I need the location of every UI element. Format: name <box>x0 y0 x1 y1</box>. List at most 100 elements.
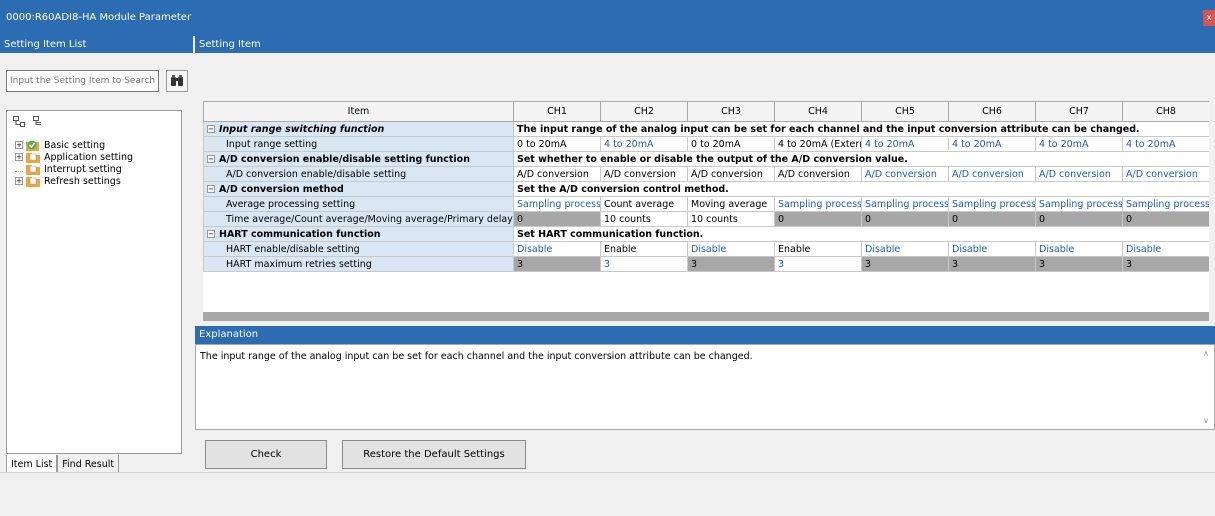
value-cell-ch2[interactable]: 10 counts <box>600 211 688 227</box>
column-header-item: Item <box>203 101 514 122</box>
value-cell-ch7[interactable]: 4 to 20mA <box>1035 136 1123 152</box>
value-cell-ch2[interactable]: A/D conversion <box>600 166 688 182</box>
category-description: Set the A/D conversion control method. <box>513 181 1209 197</box>
collapse-icon[interactable]: − <box>207 155 215 163</box>
setting-item-list-panel: Setting Item List + <box>0 36 193 474</box>
value-cell-ch4: 0 <box>774 211 862 227</box>
column-header-ch6: CH6 <box>948 101 1036 122</box>
value-cell-ch1[interactable]: Disable <box>513 241 601 257</box>
value-cell-ch7[interactable]: A/D conversion <box>1035 166 1123 182</box>
expand-icon[interactable]: + <box>15 177 23 185</box>
parameter-grid: Item CH1 CH2 CH3 CH4 CH5 CH6 CH7 CH8 − In… <box>203 101 1209 321</box>
explanation-header: Explanation <box>195 326 1215 344</box>
value-cell-ch3[interactable]: Disable <box>687 241 775 257</box>
scroll-down-icon[interactable]: ∨ <box>1203 416 1209 425</box>
value-cell-ch7: 3 <box>1035 256 1123 272</box>
collapse-icon[interactable]: − <box>207 125 215 133</box>
tree-item-application-setting[interactable]: + Application setting <box>15 151 133 163</box>
collapse-icon[interactable]: − <box>207 185 215 193</box>
search-input[interactable] <box>6 70 159 92</box>
value-cell-ch8: 3 <box>1122 256 1209 272</box>
value-cell-ch4[interactable]: Enable <box>774 241 862 257</box>
value-cell-ch3[interactable]: 0 to 20mA <box>687 136 775 152</box>
value-cell-ch6[interactable]: Sampling processing <box>948 196 1036 212</box>
expand-all-icon[interactable] <box>13 116 25 127</box>
expand-icon[interactable]: + <box>15 141 23 149</box>
value-cell-ch8[interactable]: 4 to 20mA <box>1122 136 1209 152</box>
category-description: Set HART communication function. <box>513 226 1209 242</box>
parameter-table: Item CH1 CH2 CH3 CH4 CH5 CH6 CH7 CH8 − In… <box>203 101 1209 272</box>
tree-items: + Basic setting + Application setting In… <box>15 139 133 187</box>
value-cell-ch3[interactable]: 10 counts <box>687 211 775 227</box>
value-cell-ch2[interactable]: 3 <box>600 256 688 272</box>
value-cell-ch1[interactable]: 0 to 20mA <box>513 136 601 152</box>
tree-item-interrupt-setting[interactable]: Interrupt setting <box>15 163 133 175</box>
status-bar <box>0 472 1215 516</box>
value-cell-ch4[interactable]: 4 to 20mA (External <box>774 136 862 152</box>
setting-area: Item CH1 CH2 CH3 CH4 CH5 CH6 CH7 CH8 − In… <box>195 53 1215 326</box>
category-label[interactable]: − HART communication function <box>203 226 514 242</box>
value-cell-ch2[interactable]: Count average <box>600 196 688 212</box>
value-cell-ch5: 3 <box>861 256 949 272</box>
grid-horizontal-scrollbar[interactable] <box>203 312 1209 321</box>
collapse-icon[interactable]: − <box>207 230 215 238</box>
close-button[interactable]: x <box>1203 10 1215 26</box>
value-cell-ch8[interactable]: Disable <box>1122 241 1209 257</box>
value-cell-ch2[interactable]: Enable <box>600 241 688 257</box>
tree-item-refresh-settings[interactable]: + Refresh settings <box>15 175 133 187</box>
category-label[interactable]: − A/D conversion method <box>203 181 514 197</box>
value-cell-ch3: 3 <box>687 256 775 272</box>
value-cell-ch3[interactable]: Moving average <box>687 196 775 212</box>
value-cell-ch5[interactable]: 4 to 20mA <box>861 136 949 152</box>
tree-item-label: Application setting <box>44 151 134 163</box>
expand-icon[interactable]: + <box>15 153 23 161</box>
item-label: Average processing setting <box>203 196 514 212</box>
column-header-ch4: CH4 <box>774 101 862 122</box>
value-cell-ch6[interactable]: 4 to 20mA <box>948 136 1036 152</box>
tree-item-label: Basic setting <box>44 139 106 151</box>
value-cell-ch6[interactable]: Disable <box>948 241 1036 257</box>
value-cell-ch4[interactable]: 3 <box>774 256 862 272</box>
column-header-ch5: CH5 <box>861 101 949 122</box>
item-label: HART maximum retries setting <box>203 256 514 272</box>
item-label: Input range setting <box>203 136 514 152</box>
value-cell-ch5[interactable]: A/D conversion <box>861 166 949 182</box>
tree-toolbar <box>13 116 45 127</box>
category-row-ad-method: − A/D conversion method Set the A/D conve… <box>203 181 1209 197</box>
value-cell-ch5[interactable]: Disable <box>861 241 949 257</box>
explanation-scrollbar[interactable]: ∧ ∨ <box>1201 349 1211 425</box>
tree-item-basic-setting[interactable]: + Basic setting <box>15 139 133 151</box>
category-label[interactable]: − A/D conversion enable/disable setting f… <box>203 151 514 167</box>
value-cell-ch1[interactable]: A/D conversion <box>513 166 601 182</box>
value-cell-ch6: 0 <box>948 211 1036 227</box>
column-header-ch8: CH8 <box>1122 101 1209 122</box>
value-cell-ch6[interactable]: A/D conversion <box>948 166 1036 182</box>
binoculars-icon <box>171 75 183 86</box>
value-cell-ch8: 0 <box>1122 211 1209 227</box>
value-cell-ch4[interactable]: Sampling processing <box>774 196 862 212</box>
value-cell-ch4[interactable]: A/D conversion <box>774 166 862 182</box>
scroll-up-icon[interactable]: ∧ <box>1203 349 1209 358</box>
value-cell-ch7[interactable]: Disable <box>1035 241 1123 257</box>
setting-item-header: Setting Item <box>195 36 1215 53</box>
category-row-ad-enable: − A/D conversion enable/disable setting f… <box>203 151 1209 167</box>
value-cell-ch8[interactable]: Sampling processing <box>1122 196 1209 212</box>
tree-item-label: Interrupt setting <box>44 163 122 175</box>
value-cell-ch8[interactable]: A/D conversion <box>1122 166 1209 182</box>
value-cell-ch1[interactable]: Sampling processing <box>513 196 601 212</box>
restore-default-settings-button[interactable]: Restore the Default Settings <box>342 440 526 469</box>
check-button[interactable]: Check <box>205 440 327 469</box>
check-folder-icon <box>25 140 41 151</box>
item-label: Time average/Count average/Moving averag… <box>203 211 514 227</box>
search-button[interactable] <box>166 70 188 92</box>
collapse-all-icon[interactable] <box>33 116 45 127</box>
value-cell-ch5: 0 <box>861 211 949 227</box>
item-label: HART enable/disable setting <box>203 241 514 257</box>
value-cell-ch5[interactable]: Sampling processing <box>861 196 949 212</box>
folder-icon <box>25 164 41 175</box>
value-cell-ch3[interactable]: A/D conversion <box>687 166 775 182</box>
category-label[interactable]: − Input range switching function <box>203 121 514 137</box>
value-cell-ch2[interactable]: 4 to 20mA <box>600 136 688 152</box>
value-cell-ch7[interactable]: Sampling processing <box>1035 196 1123 212</box>
item-row-hart-enable: HART enable/disable setting Disable Enab… <box>203 241 1209 257</box>
